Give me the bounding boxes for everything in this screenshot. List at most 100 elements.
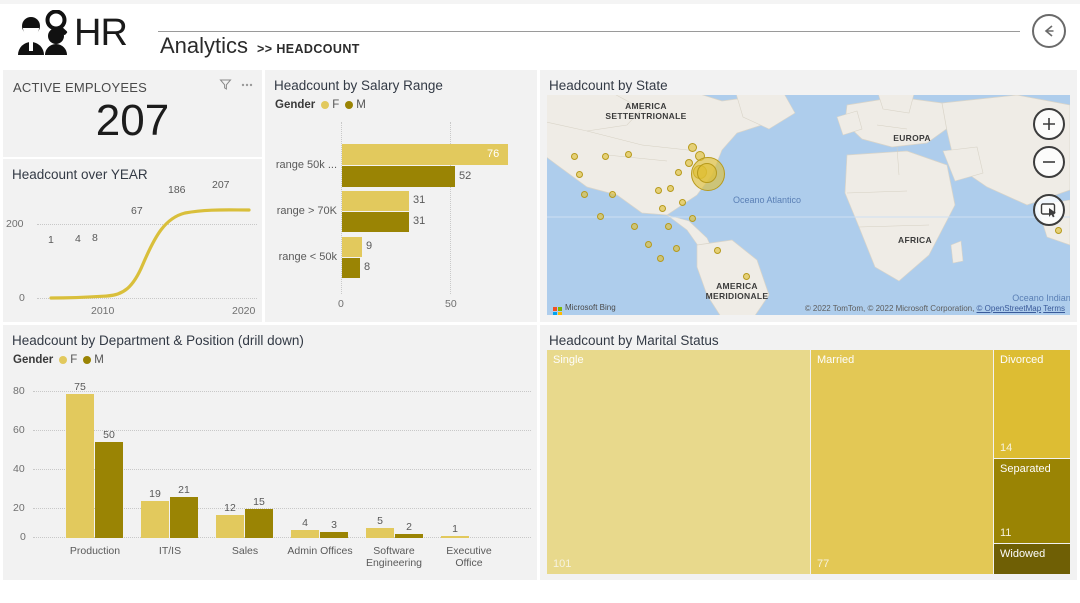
bar-male[interactable] — [320, 532, 348, 538]
bar-category-label: range > 70K — [276, 205, 337, 217]
headcount-over-year-chart[interactable]: Headcount over YEAR 200 0 2010 2020 1 4 … — [3, 159, 262, 322]
treemap-tile-widowed[interactable]: Widowed — [994, 544, 1070, 574]
map-bubble[interactable] — [625, 151, 632, 158]
bar-value-female: 1 — [452, 523, 458, 535]
bar-female[interactable] — [66, 394, 94, 538]
legend-dot-male — [345, 101, 354, 109]
bar-value-female: 12 — [224, 502, 236, 514]
legend-item-male[interactable]: M — [345, 99, 366, 111]
bar-female[interactable] — [342, 144, 508, 165]
map-bubble[interactable] — [581, 191, 588, 198]
map-select-tool-button[interactable] — [1033, 194, 1065, 226]
map-bubble[interactable] — [609, 191, 616, 198]
bar-value-male: 31 — [413, 215, 426, 227]
bar-female[interactable] — [141, 501, 169, 538]
attribution-text: © 2022 TomTom, © 2022 Microsoft Corporat… — [804, 304, 975, 313]
y-tick-60: 60 — [13, 424, 25, 436]
map-bubble[interactable] — [743, 273, 750, 280]
active-employees-card[interactable]: ACTIVE EMPLOYEES 207 — [3, 70, 262, 157]
line-label-8: 8 — [92, 232, 98, 244]
breadcrumb-analytics[interactable]: Analytics — [160, 33, 248, 59]
attribution-osm-link[interactable]: © OpenStreetMap — [977, 304, 1042, 313]
map-bubble[interactable] — [697, 163, 717, 183]
map-bubble[interactable] — [665, 223, 672, 230]
legend-label-male: M — [94, 354, 104, 366]
legend-title: Gender — [275, 99, 316, 111]
map-bubble[interactable] — [602, 153, 609, 160]
bar-value-male: 50 — [103, 429, 115, 441]
map-bubble[interactable] — [645, 241, 652, 248]
treemap-label: Married — [817, 354, 855, 366]
map-bubble[interactable] — [679, 199, 686, 206]
map-zoom-out-button[interactable] — [1033, 146, 1065, 178]
bar-male[interactable] — [395, 534, 423, 538]
map-bubble[interactable] — [673, 245, 680, 252]
treemap-value: 11 — [1000, 527, 1012, 539]
bar-female[interactable] — [342, 237, 362, 257]
treemap-tile-married[interactable]: Married 77 — [811, 350, 993, 574]
map-bubble[interactable] — [667, 185, 674, 192]
bar-female[interactable] — [291, 530, 319, 538]
headcount-by-state-map[interactable]: Headcount by State AMERICA SETTENTRIONAL… — [540, 70, 1077, 322]
attribution-terms-link[interactable]: Terms — [1043, 304, 1065, 313]
map-canvas[interactable]: AMERICA SETTENTRIONALE EUROPA AFRICA AME… — [547, 95, 1070, 315]
treemap-tile-single[interactable]: Single 101 — [547, 350, 810, 574]
headcount-by-department-chart[interactable]: Headcount by Department & Position (dril… — [3, 325, 537, 580]
bar-female[interactable] — [366, 528, 394, 538]
bar-category-label: range < 50k — [278, 251, 337, 263]
map-bubble[interactable] — [631, 223, 638, 230]
map-bubble[interactable] — [655, 187, 662, 194]
bar-category-label: Production — [69, 545, 121, 557]
bar-male[interactable] — [95, 442, 123, 538]
dashboard-page: HR Analytics >> HEADCOUNT ACTIVE EMPLOYE… — [0, 0, 1080, 603]
legend-item-male[interactable]: M — [83, 354, 104, 366]
x-tick-2010: 2010 — [91, 305, 115, 317]
bar-female[interactable] — [216, 515, 244, 538]
filter-icon[interactable] — [219, 78, 232, 96]
headcount-by-salary-range-chart[interactable]: Headcount by Salary Range Gender F M ran… — [265, 70, 537, 322]
bar-male[interactable] — [342, 258, 360, 278]
map-label-indian: Oceano Indiano — [1012, 293, 1070, 303]
treemap-label: Single — [553, 354, 584, 366]
bar-value-female: 76 — [487, 148, 500, 160]
map-bubble[interactable] — [659, 205, 666, 212]
breadcrumb-headcount[interactable]: >> HEADCOUNT — [257, 42, 360, 56]
map-bubble[interactable] — [714, 247, 721, 254]
bar-category-label: Executive Office — [446, 545, 492, 569]
treemap-value: 14 — [1000, 442, 1013, 454]
map-zoom-in-button[interactable] — [1033, 108, 1065, 140]
line-label-186: 186 — [168, 184, 186, 196]
bar-value-female: 5 — [377, 515, 383, 527]
map-bubble[interactable] — [1055, 227, 1062, 234]
back-button[interactable] — [1032, 14, 1066, 48]
bar-category-label: Sales — [231, 545, 259, 557]
legend-dot-male — [83, 356, 92, 364]
bar-male[interactable] — [245, 509, 273, 538]
legend-item-female[interactable]: F — [321, 99, 339, 111]
headcount-by-marital-status-treemap[interactable]: Headcount by Marital Status Single 101 M… — [540, 325, 1077, 580]
treemap-tile-separated[interactable]: Separated 11 — [994, 459, 1070, 543]
map-bubble[interactable] — [688, 143, 697, 152]
map-bubble[interactable] — [675, 169, 682, 176]
bar-male[interactable] — [170, 497, 198, 538]
bar-female[interactable] — [441, 536, 469, 538]
map-bubble[interactable] — [597, 213, 604, 220]
map-bubble[interactable] — [689, 215, 696, 222]
bar-male[interactable] — [342, 212, 409, 232]
legend-item-female[interactable]: F — [59, 354, 77, 366]
map-label-africa: AFRICA — [898, 235, 932, 245]
map-bubble[interactable] — [571, 153, 578, 160]
legend-dot-female — [59, 356, 68, 364]
bar-female[interactable] — [342, 191, 409, 211]
map-bubble[interactable] — [576, 171, 583, 178]
line-label-67: 67 — [131, 205, 143, 217]
map-bubble[interactable] — [657, 255, 664, 262]
ellipsis-icon[interactable] — [240, 78, 254, 96]
bar-category-label: Admin Offices — [287, 545, 353, 557]
line-label-207: 207 — [212, 179, 230, 191]
x-tick-50: 50 — [445, 298, 457, 310]
kpi-label: ACTIVE EMPLOYEES — [13, 79, 147, 95]
treemap-value: 101 — [553, 558, 572, 570]
bar-male[interactable] — [342, 166, 455, 187]
treemap-tile-divorced[interactable]: Divorced 14 — [994, 350, 1070, 458]
